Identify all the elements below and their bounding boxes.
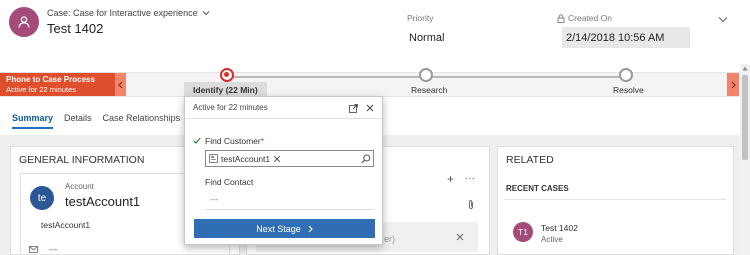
case-form-selector[interactable]: Case: Case for Interactive experience — [47, 8, 210, 18]
account-avatar: te — [30, 186, 54, 210]
person-icon — [18, 16, 30, 28]
stage-label-resolve[interactable]: Resolve — [613, 85, 644, 95]
customer-chip[interactable]: testAccount1 — [209, 153, 281, 164]
next-stage-label: Next Stage — [256, 223, 301, 234]
case-avatar — [9, 7, 39, 37]
chevron-right-icon — [308, 225, 313, 232]
stage-label-research[interactable]: Research — [411, 85, 447, 95]
stage-node-research[interactable] — [419, 68, 433, 82]
chevron-right-icon — [731, 81, 736, 88]
checkmark-icon — [193, 137, 201, 144]
contact-field-underline — [205, 209, 374, 210]
process-previous-button[interactable] — [115, 73, 126, 96]
related-divider — [505, 199, 726, 200]
remove-chip-icon[interactable] — [273, 155, 281, 163]
process-active-duration: Active for 22 minutes — [6, 85, 77, 94]
chevron-down-icon — [718, 17, 728, 23]
created-on-label: Created On — [557, 13, 612, 23]
chevron-left-icon — [118, 81, 123, 88]
find-customer-lookup[interactable]: testAccount1 — [205, 150, 374, 167]
process-name: Phone to Case Process — [6, 75, 95, 84]
email-icon — [29, 246, 38, 253]
general-information-title: GENERAL INFORMATION — [19, 154, 145, 166]
next-stage-button[interactable]: Next Stage — [194, 219, 375, 238]
tab-summary[interactable]: Summary — [12, 113, 54, 129]
recent-case-title[interactable]: Test 1402 — [541, 223, 578, 233]
flyout-header: Active for 22 minutes — [185, 97, 382, 119]
flyout-active-duration: Active for 22 minutes — [193, 103, 268, 112]
stage-node-identify[interactable] — [220, 68, 234, 82]
find-customer-label: Find Customer* — [205, 136, 265, 146]
required-indicator: * — [260, 136, 265, 146]
chevron-down-icon — [202, 11, 209, 16]
header-expand-button[interactable] — [718, 16, 728, 23]
add-icon[interactable]: + — [447, 172, 454, 186]
find-contact-label: Find Contact — [205, 177, 254, 187]
related-title: RELATED — [506, 154, 554, 166]
more-options-icon[interactable]: ··· — [465, 173, 475, 184]
search-icon[interactable] — [361, 154, 371, 164]
priority-value[interactable]: Normal — [409, 32, 444, 44]
tab-details[interactable]: Details — [64, 113, 92, 123]
dock-flyout-icon[interactable] — [349, 104, 358, 113]
tab-case-relationships[interactable]: Case Relationships — [103, 113, 181, 123]
customer-chip-label: testAccount1 — [221, 153, 271, 164]
business-process-bar: Phone to Case Process Active for 22 minu… — [0, 68, 740, 98]
close-icon[interactable] — [366, 104, 374, 112]
find-contact-value[interactable]: --- — [210, 194, 219, 204]
process-name-flag[interactable]: Phone to Case Process Active for 22 minu… — [0, 73, 115, 96]
lock-icon — [557, 13, 565, 23]
priority-label: Priority — [407, 13, 434, 23]
page-scrollbar-thumb[interactable] — [742, 75, 748, 160]
account-sub-value: testAccount1 — [41, 220, 91, 230]
stage-node-resolve[interactable] — [619, 68, 633, 82]
form-tabs: Summary Details Case Relationships — [12, 113, 181, 129]
recent-cases-label: RECENT CASES — [506, 184, 569, 193]
created-on-value: 2/14/2018 10:56 AM — [566, 32, 665, 44]
account-record-icon — [209, 154, 218, 163]
record-header: Case: Case for Interactive experience Te… — [0, 0, 750, 70]
account-name[interactable]: testAccount1 — [65, 194, 140, 209]
record-title: Test 1402 — [47, 21, 104, 36]
attachment-icon[interactable] — [467, 199, 475, 210]
recent-case-status: Active — [541, 235, 563, 244]
timeline-entry-text: er) — [384, 234, 395, 244]
process-next-button[interactable] — [727, 73, 739, 96]
recent-case-avatar: T1 — [513, 222, 533, 242]
account-label: Account — [65, 182, 94, 191]
close-icon[interactable] — [456, 233, 464, 241]
case-type-label: Case: Case for Interactive experience — [47, 8, 198, 18]
email-value[interactable]: --- — [49, 244, 58, 254]
stage-flyout: Active for 22 minutes Find Customer* tes… — [184, 96, 383, 245]
scroll-up-icon[interactable] — [742, 66, 748, 71]
